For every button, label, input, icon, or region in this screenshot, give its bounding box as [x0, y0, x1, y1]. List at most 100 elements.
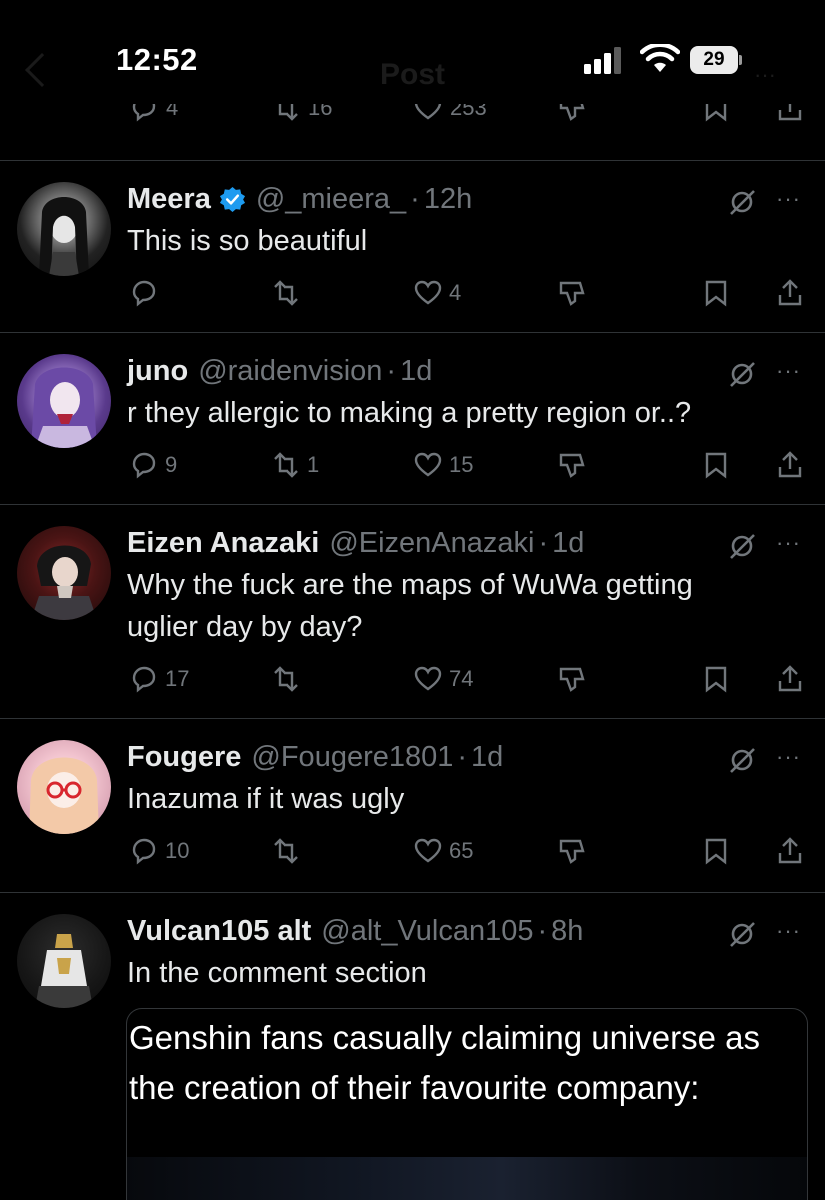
bookmark-button[interactable] — [702, 836, 730, 866]
attached-image[interactable]: Genshin fans casually claiming universe … — [126, 1008, 808, 1200]
share-button[interactable] — [776, 104, 804, 122]
tweet-action-bar: 9 1 15 — [0, 450, 825, 480]
reply-icon — [132, 838, 156, 865]
bookmark-icon — [705, 280, 727, 307]
like-button[interactable]: 4 — [414, 278, 461, 308]
timestamp[interactable]: 1d — [471, 740, 503, 774]
repost-button[interactable]: 16 — [272, 104, 332, 122]
tweet-text: Inazuma if it was ugly — [127, 783, 405, 815]
display-name[interactable]: Fougere — [127, 740, 241, 774]
reply-button[interactable]: 10 — [130, 836, 189, 866]
timestamp[interactable]: 1d — [400, 354, 432, 388]
grok-icon[interactable] — [728, 188, 756, 216]
avatar-portrait-icon — [35, 934, 93, 1008]
bookmark-icon — [705, 666, 727, 693]
handle[interactable]: @alt_Vulcan105 — [321, 914, 533, 948]
dislike-button[interactable] — [558, 450, 586, 480]
bookmark-button[interactable] — [702, 664, 730, 694]
avatar[interactable] — [17, 740, 111, 834]
tweet-header: Vulcan105 alt @alt_Vulcan105 · 8h — [127, 914, 583, 948]
repost-icon — [274, 452, 298, 478]
display-name[interactable]: Meera — [127, 182, 211, 216]
tweet-meera[interactable]: Meera @_mieera_ · 12h ··· This is so bea… — [0, 160, 825, 332]
display-name[interactable]: Vulcan105 alt — [127, 914, 311, 948]
bookmark-icon — [705, 104, 727, 122]
heart-icon — [414, 104, 442, 120]
grok-icon[interactable] — [728, 360, 756, 388]
more-options-icon[interactable]: ··· — [776, 744, 801, 770]
avatar-portrait-icon — [31, 545, 97, 620]
repost-button[interactable] — [272, 836, 307, 866]
like-button[interactable]: 74 — [414, 664, 473, 694]
more-options-icon[interactable]: ··· — [776, 918, 801, 944]
bookmark-button[interactable] — [702, 104, 730, 122]
more-options-icon[interactable]: ··· — [776, 530, 801, 556]
share-button[interactable] — [776, 836, 804, 866]
tweet-header: Meera @_mieera_ · 12h — [127, 182, 472, 216]
thumbs-down-icon — [559, 839, 585, 864]
like-button[interactable]: 253 — [414, 104, 487, 122]
reply-count: 4 — [166, 104, 179, 120]
avatar[interactable] — [17, 354, 111, 448]
reply-count: 10 — [165, 838, 190, 863]
grok-icon[interactable] — [728, 920, 756, 948]
status-bar: Post 12:52 29 ··· — [0, 0, 825, 110]
dislike-button[interactable] — [558, 664, 586, 694]
tweet-action-bar: 10 65 — [0, 836, 825, 866]
reply-button[interactable]: 17 — [130, 664, 189, 694]
back-arrow-icon[interactable] — [25, 53, 59, 87]
tweet-header: Eizen Anazaki @EizenAnazaki · 1d — [127, 526, 584, 560]
timestamp[interactable]: 1d — [552, 526, 584, 560]
like-count: 74 — [449, 666, 474, 691]
reply-icon — [132, 280, 156, 307]
avatar[interactable] — [17, 182, 111, 276]
share-button[interactable] — [776, 450, 804, 480]
repost-icon — [274, 838, 298, 864]
like-button[interactable]: 15 — [414, 450, 473, 480]
heart-icon — [414, 280, 442, 305]
share-button[interactable] — [776, 278, 804, 308]
cellular-signal-icon — [584, 47, 621, 74]
share-icon — [778, 837, 802, 864]
tweet-fougere[interactable]: Fougere @Fougere1801 · 1d ··· Inazuma if… — [0, 718, 825, 892]
timestamp[interactable]: 12h — [424, 182, 472, 216]
share-icon — [778, 665, 802, 692]
tweet-juno[interactable]: juno @raidenvision · 1d ··· r they aller… — [0, 332, 825, 504]
tweet-eizen-anazaki[interactable]: Eizen Anazaki @EizenAnazaki · 1d ··· Why… — [0, 504, 825, 718]
heart-icon — [414, 452, 442, 477]
handle[interactable]: @raidenvision — [198, 354, 382, 388]
bookmark-button[interactable] — [702, 278, 730, 308]
handle[interactable]: @Fougere1801 — [251, 740, 453, 774]
more-options-icon[interactable]: ··· — [776, 186, 801, 212]
display-name[interactable]: juno — [127, 354, 188, 388]
like-count: 65 — [449, 838, 474, 863]
timestamp[interactable]: 8h — [551, 914, 583, 948]
bookmark-button[interactable] — [702, 450, 730, 480]
tweet-text: r they allergic to making a pretty regio… — [127, 397, 692, 429]
more-options-icon[interactable]: ··· — [776, 358, 801, 384]
handle[interactable]: @EizenAnazaki — [329, 526, 534, 560]
grok-icon[interactable] — [728, 532, 756, 560]
share-button[interactable] — [776, 664, 804, 694]
repost-button[interactable] — [272, 664, 307, 694]
reply-button[interactable]: 4 — [130, 104, 178, 122]
grok-icon[interactable] — [728, 746, 756, 774]
avatar[interactable] — [17, 914, 111, 1008]
like-button[interactable]: 65 — [414, 836, 473, 866]
like-count: 4 — [449, 280, 462, 305]
dislike-button[interactable] — [558, 104, 586, 122]
reply-button[interactable] — [130, 278, 165, 308]
display-name[interactable]: Eizen Anazaki — [127, 526, 319, 560]
main-post-action-bar: 4 16 253 — [0, 104, 825, 134]
handle[interactable]: @_mieera_ — [256, 182, 406, 216]
battery-level: 29 — [690, 46, 738, 74]
reply-button[interactable]: 9 — [130, 450, 177, 480]
avatar[interactable] — [17, 526, 111, 620]
repost-button[interactable]: 1 — [272, 450, 319, 480]
repost-button[interactable] — [272, 278, 307, 308]
dislike-button[interactable] — [558, 278, 586, 308]
thumbs-down-icon — [559, 453, 585, 478]
header-more-icon[interactable]: ··· — [754, 62, 776, 88]
avatar-portrait-icon — [39, 197, 89, 276]
dislike-button[interactable] — [558, 836, 586, 866]
